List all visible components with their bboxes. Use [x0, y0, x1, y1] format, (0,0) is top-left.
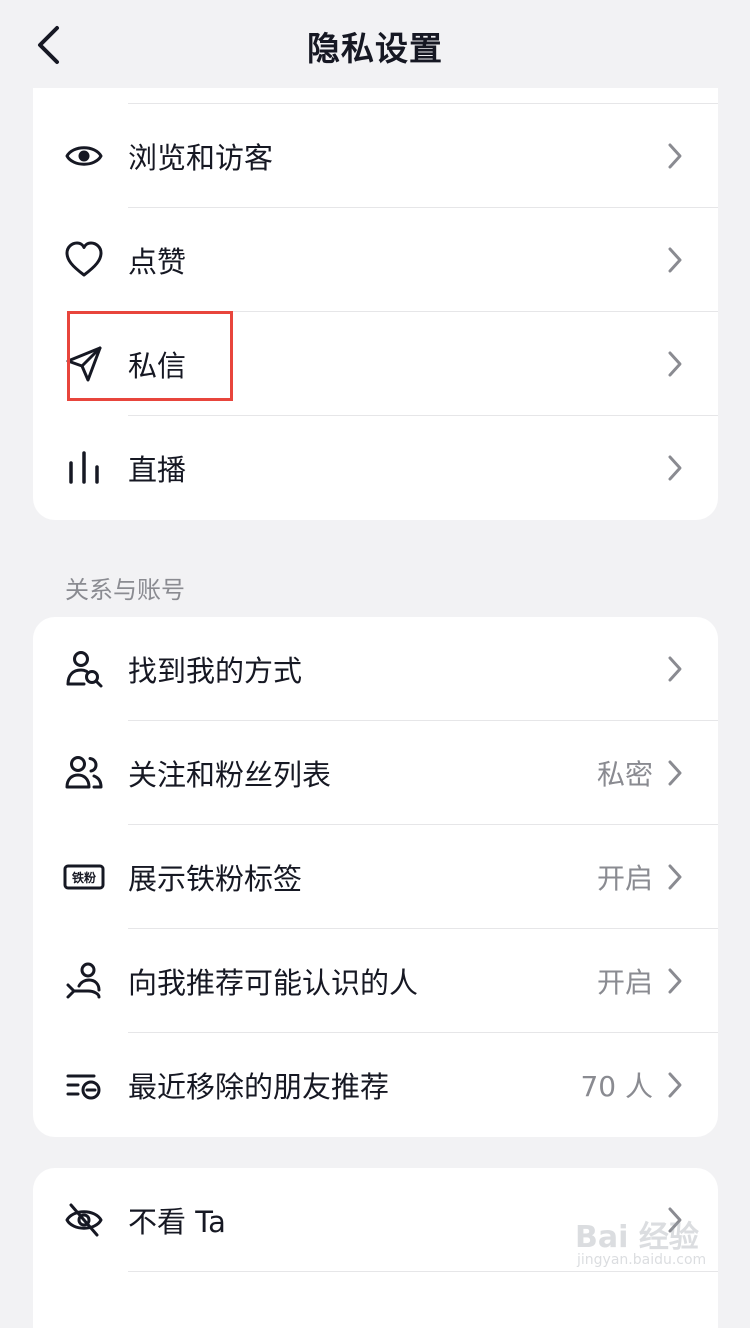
watermark: Bai 经验 jingyan.baidu.com	[575, 1208, 715, 1278]
highlight-box	[67, 311, 233, 401]
row-label: 展示铁粉标签	[128, 862, 303, 896]
row-value: 开启	[596, 862, 653, 895]
badge-text: 铁粉	[72, 870, 96, 885]
chevron-right-icon	[668, 143, 682, 169]
row-label: 点赞	[128, 245, 187, 279]
row-value: 私密	[596, 758, 653, 791]
row-label: 不看 Ta	[128, 1205, 226, 1239]
user-search-icon	[63, 648, 105, 690]
section-title: 关系与账号	[65, 576, 185, 604]
row-label: 浏览和访客	[128, 141, 274, 175]
row-label: 向我推荐可能认识的人	[128, 966, 419, 1000]
chevron-right-icon	[668, 760, 682, 786]
row-fan-badge[interactable]: 铁粉 展示铁粉标签 开启	[33, 825, 718, 929]
row-follow-list[interactable]: 关注和粉丝列表 私密	[33, 721, 718, 825]
chevron-right-icon	[668, 864, 682, 890]
chevron-right-icon	[668, 351, 682, 377]
chevron-right-icon	[668, 656, 682, 682]
row-label: 找到我的方式	[128, 654, 303, 688]
row-label: 关注和粉丝列表	[128, 758, 332, 792]
privacy-card-interactions: 浏览和访客 点赞 私信 直播	[33, 88, 718, 520]
row-label: 直播	[128, 453, 187, 487]
row-value: 开启	[596, 966, 653, 999]
top-bar: 隐私设置	[0, 0, 750, 90]
chevron-right-icon	[668, 1072, 682, 1098]
watermark-logo: Bai 经验	[575, 1220, 699, 1255]
row-recommend-people[interactable]: 向我推荐可能认识的人 开启	[33, 929, 718, 1033]
user-recommend-icon	[63, 960, 105, 1002]
page-title: 隐私设置	[307, 29, 443, 68]
row-live[interactable]: 直播	[33, 416, 718, 520]
row-likes[interactable]: 点赞	[33, 208, 718, 312]
watermark-url: jingyan.baidu.com	[577, 1252, 707, 1268]
removed-list-icon	[63, 1064, 105, 1106]
row-find-me[interactable]: 找到我的方式	[33, 617, 718, 721]
row-browse-visitors[interactable]: 浏览和访客	[33, 104, 718, 208]
privacy-card-relations: 找到我的方式 关注和粉丝列表 私密 铁粉 展示铁粉标签 开启 向我推荐可能认识的…	[33, 617, 718, 1137]
chevron-right-icon	[668, 247, 682, 273]
row-removed-recommendations[interactable]: 最近移除的朋友推荐 70 人	[33, 1033, 718, 1137]
chevron-right-icon	[668, 455, 682, 481]
heart-icon	[63, 239, 105, 281]
fan-badge-icon: 铁粉	[63, 856, 105, 898]
users-icon	[63, 752, 105, 794]
eye-icon	[63, 135, 105, 177]
row-label: 最近移除的朋友推荐	[128, 1070, 390, 1104]
eye-off-icon	[63, 1199, 105, 1241]
bar-chart-icon	[63, 447, 105, 489]
chevron-right-icon	[668, 968, 682, 994]
row-value: 70 人	[580, 1070, 653, 1103]
